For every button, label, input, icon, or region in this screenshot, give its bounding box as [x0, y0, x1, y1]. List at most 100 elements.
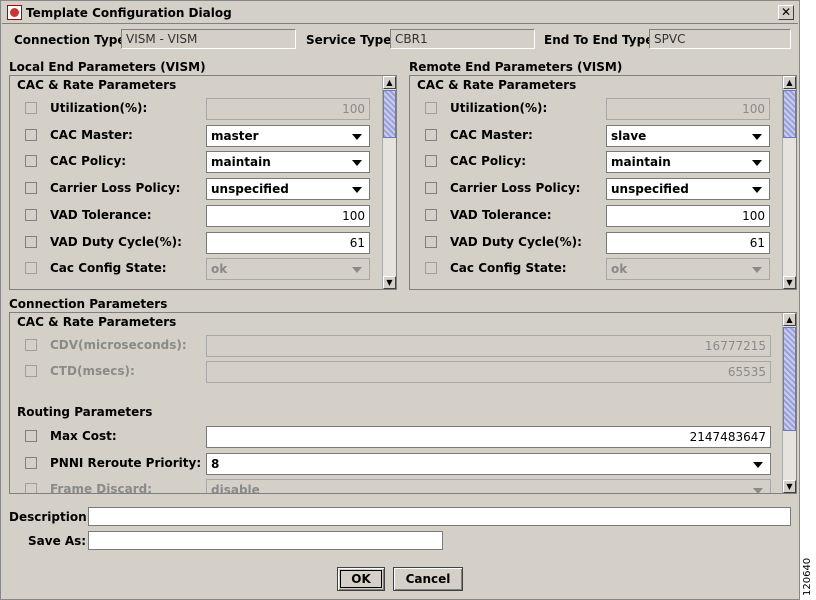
connection-parameters-content: CAC & Rate Parameters CDV(microseconds):…	[10, 313, 782, 493]
description-input[interactable]	[88, 507, 791, 526]
chevron-down-icon[interactable]	[352, 187, 362, 194]
remote-checkbox-cac-master[interactable]	[425, 128, 437, 141]
conn-label-cdv-microseconds: CDV(microseconds):	[50, 338, 187, 352]
remote-label-utilization: Utilization(%):	[450, 101, 548, 115]
local-checkbox-cac-policy[interactable]	[25, 155, 37, 168]
save-as-input[interactable]	[88, 531, 443, 550]
remote-select-cac-config-state: ok	[606, 258, 770, 281]
conn-input-cdv-microseconds: 16777215	[206, 335, 771, 357]
remote-input-vad-tolerance[interactable]: 100	[606, 204, 770, 227]
conn-checkbox-pnni-reroute-priority[interactable]	[25, 456, 37, 469]
title-bar[interactable]: Template Configuration Dialog ✕	[2, 2, 798, 24]
chevron-down-icon[interactable]	[752, 187, 762, 194]
remote-select-carrier-loss-policy[interactable]: unspecified	[606, 178, 770, 201]
conn-input-max-cost[interactable]: 2147483647	[206, 426, 771, 448]
local-checkbox-utilization	[25, 102, 37, 114]
local-end-panel: CAC & Rate Parameters Utilization(%): 100…	[9, 75, 397, 290]
selected-value: unspecified	[611, 182, 689, 197]
remote-row-utilization: Utilization(%): 100	[410, 98, 782, 120]
local-end-content: CAC & Rate Parameters Utilization(%): 100…	[10, 76, 382, 289]
conn-checkbox-frame-discard	[25, 483, 37, 493]
selected-value: slave	[611, 128, 647, 143]
scroll-down-icon[interactable]: ▼	[783, 480, 796, 493]
local-row-cac-policy: CAC Policy: maintain	[10, 151, 382, 174]
selected-value: master	[211, 128, 259, 143]
conn-select-pnni-reroute-priority[interactable]: 8	[206, 452, 771, 475]
local-row-cac-master: CAC Master: master	[10, 124, 382, 147]
selected-value: disable	[211, 483, 260, 494]
local-end-title: Local End Parameters (VISM)	[9, 60, 206, 74]
scroll-up-icon[interactable]: ▲	[783, 313, 796, 326]
local-checkbox-cac-master[interactable]	[25, 128, 37, 141]
remote-checkbox-cac-policy[interactable]	[425, 155, 437, 168]
scroll-thumb[interactable]	[783, 327, 796, 431]
local-checkbox-cac-config-state	[25, 262, 37, 275]
remote-row-vad-duty-cycle: VAD Duty Cycle(%): 61	[410, 231, 782, 254]
conn-label-ctd-msecs: CTD(msecs):	[50, 364, 135, 378]
local-row-vad-tolerance: VAD Tolerance: 100	[10, 204, 382, 227]
scroll-down-icon[interactable]: ▼	[383, 276, 396, 289]
remote-end-content: CAC & Rate Parameters Utilization(%): 100…	[410, 76, 782, 289]
local-checkbox-vad-duty-cycle[interactable]	[25, 235, 37, 248]
remote-select-cac-policy[interactable]: maintain	[606, 151, 770, 174]
remote-row-cac-policy: CAC Policy: maintain	[410, 151, 782, 174]
local-select-cac-policy[interactable]: maintain	[206, 151, 370, 174]
selected-value: ok	[211, 262, 228, 277]
remote-checkbox-vad-duty-cycle[interactable]	[425, 235, 437, 248]
remote-label-cac-config-state: Cac Config State:	[450, 261, 567, 276]
remote-checkbox-vad-tolerance[interactable]	[425, 208, 437, 221]
scroll-thumb[interactable]	[783, 90, 796, 138]
remote-input-vad-duty-cycle[interactable]: 61	[606, 231, 770, 254]
local-label-cac-policy: CAC Policy:	[50, 154, 127, 169]
scroll-up-icon[interactable]: ▲	[783, 76, 796, 89]
local-row-utilization: Utilization(%): 100	[10, 98, 382, 120]
service-type-label: Service Type:	[306, 33, 397, 47]
local-scrollbar[interactable]: ▲ ▼	[382, 76, 396, 289]
app-icon	[7, 5, 22, 20]
remote-end-title: Remote End Parameters (VISM)	[409, 60, 623, 74]
remote-checkbox-carrier-loss-policy[interactable]	[425, 182, 437, 195]
scroll-down-icon[interactable]: ▼	[783, 276, 796, 289]
local-input-vad-duty-cycle[interactable]: 61	[206, 231, 370, 254]
conn-label-max-cost: Max Cost:	[50, 429, 117, 443]
local-input-vad-tolerance[interactable]: 100	[206, 204, 370, 227]
scroll-up-icon[interactable]: ▲	[383, 76, 396, 89]
end-to-end-type-label: End To End Type:	[544, 33, 659, 47]
chevron-down-icon[interactable]	[752, 133, 762, 140]
remote-select-cac-master[interactable]: slave	[606, 124, 770, 147]
chevron-down-icon[interactable]	[352, 160, 362, 167]
chevron-down-icon[interactable]	[352, 267, 362, 274]
selected-value: maintain	[611, 155, 671, 170]
local-cac-section-title: CAC & Rate Parameters	[17, 78, 177, 92]
conn-row-pnni-reroute-priority: PNNI Reroute Priority: 8	[10, 452, 782, 475]
chevron-down-icon[interactable]	[752, 160, 762, 167]
remote-label-vad-duty-cycle: VAD Duty Cycle(%):	[450, 234, 582, 249]
remote-label-cac-master: CAC Master:	[450, 127, 533, 142]
chevron-down-icon[interactable]	[352, 133, 362, 140]
connection-parameters-title: Connection Parameters	[9, 297, 168, 311]
local-checkbox-vad-tolerance[interactable]	[25, 208, 37, 221]
scroll-thumb[interactable]	[383, 90, 396, 138]
conn-checkbox-max-cost[interactable]	[25, 430, 37, 442]
local-select-cac-master[interactable]: master	[206, 124, 370, 147]
remote-label-vad-tolerance: VAD Tolerance:	[450, 207, 552, 222]
chevron-down-icon[interactable]	[753, 488, 763, 493]
local-select-cac-config-state: ok	[206, 258, 370, 281]
local-select-carrier-loss-policy[interactable]: unspecified	[206, 178, 370, 201]
window-title: Template Configuration Dialog	[26, 6, 232, 20]
conn-input-ctd-msecs: 65535	[206, 361, 771, 383]
conn-label-pnni-reroute-priority: PNNI Reroute Priority:	[50, 455, 202, 470]
chevron-down-icon[interactable]	[753, 461, 763, 468]
remote-row-vad-tolerance: VAD Tolerance: 100	[410, 204, 782, 227]
local-row-vad-duty-cycle: VAD Duty Cycle(%): 61	[10, 231, 382, 254]
connection-scrollbar[interactable]: ▲ ▼	[782, 313, 796, 493]
local-checkbox-carrier-loss-policy[interactable]	[25, 182, 37, 195]
remote-checkbox-utilization	[425, 102, 437, 114]
remote-scrollbar[interactable]: ▲ ▼	[782, 76, 796, 289]
selected-value: 8	[211, 456, 220, 471]
cancel-button[interactable]: Cancel	[393, 567, 463, 591]
ok-button[interactable]: OK	[337, 567, 385, 591]
remote-row-cac-master: CAC Master: slave	[410, 124, 782, 147]
close-icon[interactable]: ✕	[778, 5, 794, 20]
chevron-down-icon[interactable]	[752, 267, 762, 274]
